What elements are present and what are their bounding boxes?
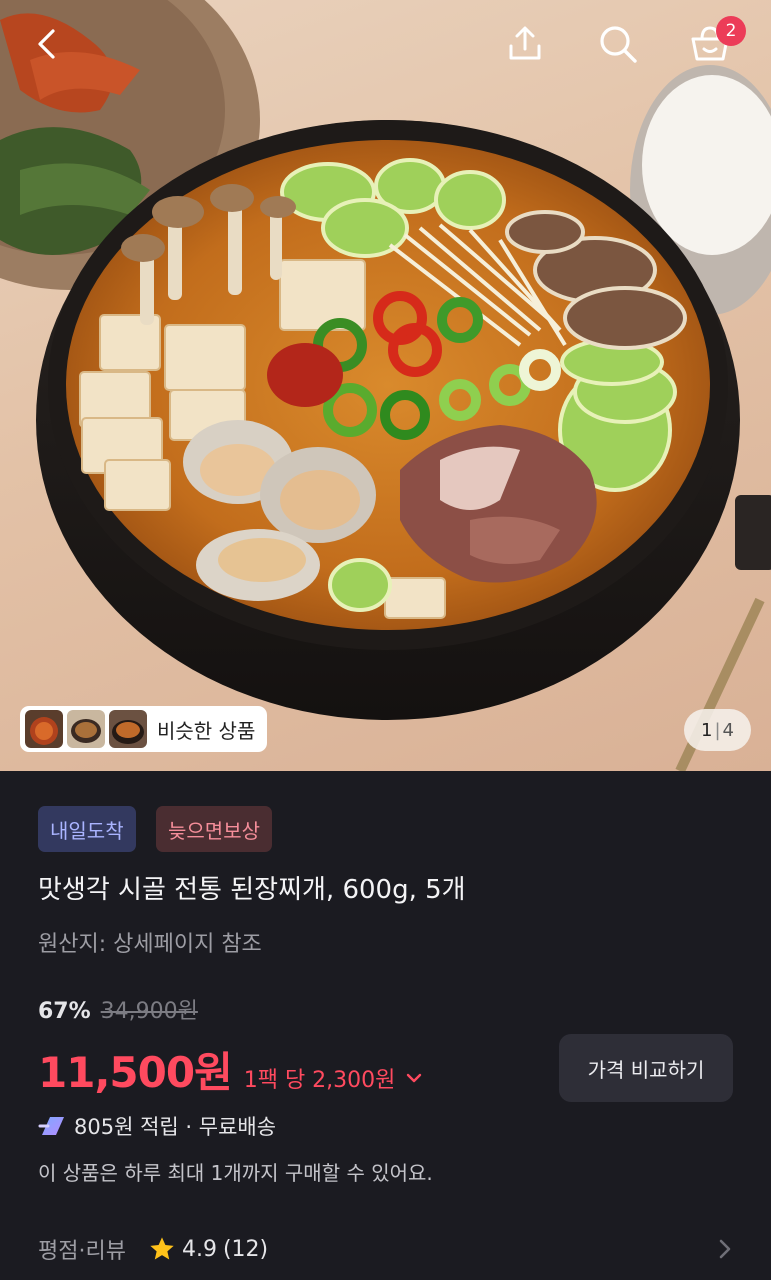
product-info-panel: 내일도착 늦으면보상 맛생각 시골 전통 된장찌개, 600g, 5개 원산지:… [0, 771, 771, 1280]
discount-rate: 67% [38, 999, 91, 1024]
search-button[interactable] [592, 18, 644, 70]
pager-total: 4 [722, 719, 734, 741]
benefit-row: 805원 적립 · 무료배송 [38, 1111, 276, 1141]
product-photo [0, 0, 771, 771]
similar-thumb-2 [67, 710, 105, 748]
cart-button[interactable]: 2 [684, 16, 746, 70]
similar-thumb-1 [25, 710, 63, 748]
rating-summary: 4.9 (12) [148, 1235, 268, 1263]
similar-thumb-3 [109, 710, 147, 748]
rating-review-row[interactable]: 평점·리뷰 4.9 (12) [0, 1223, 771, 1275]
original-price: 34,900원 [100, 999, 198, 1024]
cart-count-badge: 2 [716, 16, 746, 46]
price-row: 11,500원 1팩 당 2,300원 [38, 1039, 423, 1100]
late-compensation-badge: 늦으면보상 [156, 806, 272, 852]
benefit-text: 805원 적립 · 무료배송 [74, 1115, 277, 1139]
price-compare-button[interactable]: 가격 비교하기 [559, 1034, 733, 1102]
pager-current: 1 [701, 719, 713, 741]
unit-price: 1팩 당 2,300원 [243, 1068, 396, 1093]
back-icon [38, 29, 55, 59]
rating-review-label: 평점·리뷰 [38, 1239, 126, 1264]
product-title: 맛생각 시골 전통 된장찌개, 600g, 5개 [38, 875, 466, 905]
back-button[interactable] [22, 18, 74, 70]
share-icon [509, 26, 541, 60]
unit-price-toggle[interactable]: 1팩 당 2,300원 [244, 1062, 424, 1094]
sale-price: 11,500원 [38, 1048, 233, 1097]
chevron-down-icon [407, 1073, 422, 1083]
arrive-tomorrow-badge: 내일도착 [38, 806, 136, 852]
purchase-limit-note: 이 상품은 하루 최대 1개까지 구매할 수 있어요. [38, 1161, 433, 1185]
chevron-right-icon [719, 1239, 731, 1259]
search-icon [600, 26, 637, 63]
reward-points-icon [38, 1117, 64, 1135]
product-image-gallery[interactable]: 2 비슷한 상품 1 | 4 [0, 0, 771, 771]
similar-products-button[interactable]: 비슷한 상품 [20, 706, 268, 752]
image-pager: 1 | 4 [684, 709, 751, 751]
discount-row: 67% 34,900원 [38, 993, 198, 1025]
share-button[interactable] [499, 18, 551, 70]
similar-products-label: 비슷한 상품 [157, 718, 256, 743]
star-icon [150, 1237, 174, 1260]
rating-value: 4.9 [181, 1236, 217, 1262]
review-count: (12) [222, 1236, 269, 1262]
product-origin: 원산지: 상세페이지 참조 [38, 932, 262, 957]
